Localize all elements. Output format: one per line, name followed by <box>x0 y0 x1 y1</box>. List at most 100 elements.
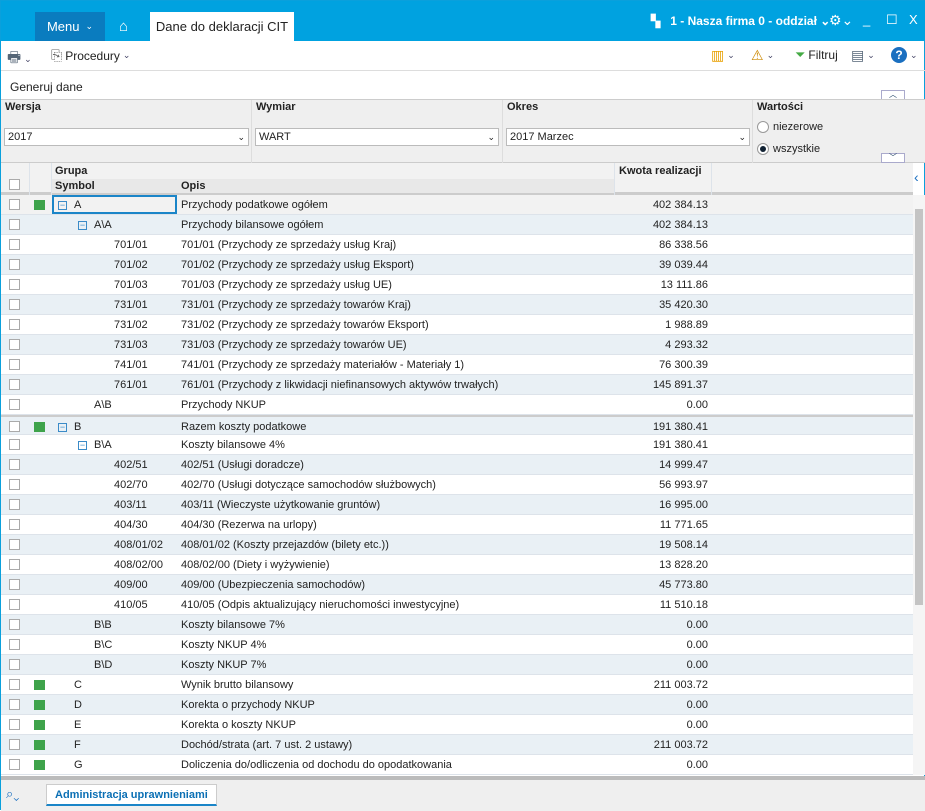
select-all-checkbox[interactable] <box>9 179 20 190</box>
table-row[interactable]: F Dochód/strata (art. 7 ust. 2 ustawy) 211… <box>1 735 913 755</box>
row-checkbox[interactable] <box>9 699 20 710</box>
view-settings-button[interactable]: ▤ ⌄ <box>851 47 875 64</box>
radio-label: wszystkie <box>773 143 821 155</box>
row-checkbox[interactable] <box>9 679 20 690</box>
table-row[interactable]: 731/02 731/02 (Przychody ze sprzedaży tow… <box>1 315 913 335</box>
settings-warning-button[interactable]: ⚠ ⌄ <box>751 47 774 64</box>
header-grupa[interactable]: Grupa <box>55 165 87 177</box>
row-checkbox[interactable] <box>9 239 20 250</box>
row-checkbox[interactable] <box>9 459 20 470</box>
maximize-button[interactable]: ☐ <box>886 12 898 28</box>
table-row[interactable]: 701/02 701/02 (Przychody ze sprzedaży usł… <box>1 255 913 275</box>
row-kwota: 211 003.72 <box>653 739 708 751</box>
procedury-button[interactable]: ⎘ Procedury ⌄ <box>51 47 130 64</box>
table-row[interactable]: 403/11 403/11 (Wieczyste użytkowanie grun… <box>1 495 913 515</box>
row-checkbox[interactable] <box>9 299 20 310</box>
header-opis[interactable]: Opis <box>181 180 205 192</box>
collapse-icon[interactable]: − <box>78 441 87 450</box>
table-row[interactable]: − A\A Przychody bilansowe ogółem 402 384.13 <box>1 215 913 235</box>
row-checkbox[interactable] <box>9 219 20 230</box>
row-checkbox[interactable] <box>9 279 20 290</box>
table-row[interactable]: D Korekta o przychody NKUP 0.00 <box>1 695 913 715</box>
row-checkbox[interactable] <box>9 639 20 650</box>
row-opis: 404/30 (Rezerwa na urlopy) <box>181 519 317 531</box>
tab-dane-cit[interactable]: Dane do deklaracji CIT <box>150 12 294 41</box>
filter-button[interactable]: ⏷ Filtruj <box>795 47 838 63</box>
table-row[interactable]: 701/01 701/01 (Przychody ze sprzedaży usł… <box>1 235 913 255</box>
generuj-dane-link[interactable]: Generuj dane <box>10 80 83 94</box>
row-checkbox[interactable] <box>9 439 20 450</box>
row-checkbox[interactable] <box>9 359 20 370</box>
table-row[interactable]: 409/00 409/00 (Ubezpieczenia samochodów) 4… <box>1 575 913 595</box>
table-row[interactable]: − B\A Koszty bilansowe 4% 191 380.41 <box>1 435 913 455</box>
row-checkbox[interactable] <box>9 519 20 530</box>
table-row[interactable]: 741/01 741/01 (Przychody ze sprzedaży mat… <box>1 355 913 375</box>
table-row[interactable]: B\D Koszty NKUP 7% 0.00 <box>1 655 913 675</box>
firm-selector[interactable]: ▚ 1 - Nasza firma 0 - oddział ⌄ <box>651 14 830 28</box>
side-panel-toggle-icon[interactable]: ‹ <box>914 169 919 185</box>
row-checkbox[interactable] <box>9 379 20 390</box>
table-row[interactable]: 731/03 731/03 (Przychody ze sprzedaży tow… <box>1 335 913 355</box>
row-checkbox[interactable] <box>9 539 20 550</box>
row-checkbox[interactable] <box>9 739 20 750</box>
table-row[interactable]: B\B Koszty bilansowe 7% 0.00 <box>1 615 913 635</box>
radio-wszystkie[interactable]: wszystkie <box>757 143 820 155</box>
row-checkbox[interactable] <box>9 259 20 270</box>
row-checkbox[interactable] <box>9 421 20 432</box>
header-symbol[interactable]: Symbol <box>55 180 95 192</box>
table-row[interactable]: 408/02/00 408/02/00 (Diety i wyżywienie) 1… <box>1 555 913 575</box>
minimize-button[interactable]: _ <box>863 12 870 27</box>
table-row[interactable]: C Wynik brutto bilansowy 211 003.72 <box>1 675 913 695</box>
bottom-bar: ⌕⌄ Administracja uprawnieniami <box>1 776 925 811</box>
table-row[interactable]: − B Razem koszty podatkowe 191 380.41 <box>1 415 913 435</box>
radio-niezerowe[interactable]: niezerowe <box>757 121 823 133</box>
row-checkbox[interactable] <box>9 659 20 670</box>
table-row[interactable]: 410/05 410/05 (Odpis aktualizujący nieruc… <box>1 595 913 615</box>
okres-label: Okres <box>507 101 539 113</box>
wersja-select[interactable]: 2017 ⌄ <box>4 128 249 146</box>
table-row[interactable]: 761/01 761/01 (Przychody z likwidacji nie… <box>1 375 913 395</box>
status-flag-icon <box>34 720 45 730</box>
tab-administracja-uprawnieniami[interactable]: Administracja uprawnieniami <box>46 784 217 806</box>
okres-select[interactable]: 2017 Marzec ⌄ <box>506 128 750 146</box>
wymiar-select[interactable]: WART ⌄ <box>255 128 499 146</box>
row-opis: 731/02 (Przychody ze sprzedaży towarów E… <box>181 319 429 331</box>
row-checkbox[interactable] <box>9 599 20 610</box>
row-checkbox[interactable] <box>9 339 20 350</box>
table-row[interactable]: B\C Koszty NKUP 4% 0.00 <box>1 635 913 655</box>
chart-button[interactable]: ▥ ⌄ <box>711 47 735 64</box>
header-kwota[interactable]: Kwota realizacji <box>619 165 702 177</box>
row-checkbox[interactable] <box>9 479 20 490</box>
table-row[interactable]: − A Przychody podatkowe ogółem 402 384.13 <box>1 195 913 215</box>
row-checkbox[interactable] <box>9 399 20 410</box>
scrollbar-thumb[interactable] <box>915 209 923 605</box>
table-row[interactable]: 731/01 731/01 (Przychody ze sprzedaży tow… <box>1 295 913 315</box>
row-checkbox[interactable] <box>9 759 20 770</box>
table-row[interactable]: G Doliczenia do/odliczenia od dochodu do … <box>1 755 913 775</box>
menu-button[interactable]: Menu ⌄ <box>35 12 105 41</box>
table-row[interactable]: 404/30 404/30 (Rezerwa na urlopy) 11 771.6… <box>1 515 913 535</box>
print-button[interactable]: 🖶 ⌄ <box>7 47 32 72</box>
close-button[interactable]: X <box>909 12 918 27</box>
row-checkbox[interactable] <box>9 199 20 210</box>
gear-icon[interactable]: ⚙⌄ <box>829 12 853 29</box>
row-checkbox[interactable] <box>9 559 20 570</box>
table-row[interactable]: A\B Przychody NKUP 0.00 <box>1 395 913 415</box>
table-row[interactable]: 402/51 402/51 (Usługi doradcze) 14 999.47 <box>1 455 913 475</box>
table-row[interactable]: 408/01/02 408/01/02 (Koszty przejazdów (b… <box>1 535 913 555</box>
search-panel-icon[interactable]: ⌕⌄ <box>6 786 19 802</box>
row-checkbox[interactable] <box>9 319 20 330</box>
table-row[interactable]: E Korekta o koszty NKUP 0.00 <box>1 715 913 735</box>
home-icon[interactable]: ⌂ <box>119 18 128 35</box>
row-checkbox[interactable] <box>9 619 20 630</box>
expand-filters-button[interactable]: ﹀ <box>881 153 905 163</box>
row-checkbox[interactable] <box>9 719 20 730</box>
row-checkbox[interactable] <box>9 499 20 510</box>
row-checkbox[interactable] <box>9 579 20 590</box>
table-row[interactable]: 701/03 701/03 (Przychody ze sprzedaży usł… <box>1 275 913 295</box>
table-row[interactable]: 402/70 402/70 (Usługi dotyczące samochodó… <box>1 475 913 495</box>
collapse-icon[interactable]: − <box>78 221 87 230</box>
collapse-icon[interactable]: − <box>58 423 67 432</box>
help-button[interactable]: ? ⌄ <box>891 47 918 63</box>
vertical-scrollbar[interactable] <box>913 195 925 775</box>
